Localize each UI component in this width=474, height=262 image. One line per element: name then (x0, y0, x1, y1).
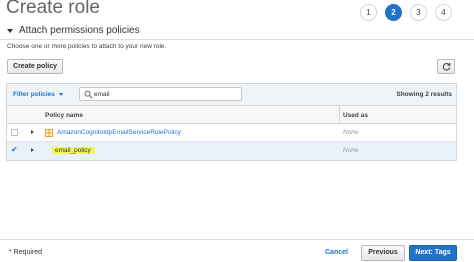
footer-divider (0, 239, 474, 240)
chevron-down-icon (58, 92, 63, 96)
section-subtitle: Choose one or more policies to attach to… (7, 43, 167, 50)
policies-table: Filter policies Showing 2 results Policy… (6, 83, 457, 161)
search-input[interactable] (94, 89, 234, 100)
section-title: Attach permissions policies (19, 25, 140, 36)
expand-row-icon[interactable] (31, 130, 34, 134)
step-4[interactable]: 4 (435, 4, 452, 21)
refresh-icon (442, 62, 450, 71)
step-1[interactable]: 1 (360, 4, 377, 21)
section-toggle[interactable]: Attach permissions policies (7, 25, 140, 36)
checkmark-icon[interactable]: ✔ (11, 145, 18, 154)
page-title: Create role (6, 0, 100, 18)
search-box[interactable] (79, 87, 242, 101)
required-note: * Required (9, 249, 43, 256)
cancel-link[interactable]: Cancel (325, 249, 348, 256)
column-header-policy-name[interactable]: Policy name (45, 112, 83, 119)
column-divider (339, 106, 340, 124)
table-row-selected[interactable]: ✔ email_policy None (7, 142, 456, 160)
policy-name-link[interactable]: email_policy (52, 147, 95, 154)
filter-bar: Filter policies Showing 2 results (7, 84, 456, 106)
previous-button[interactable]: Previous (361, 245, 405, 261)
refresh-button[interactable] (437, 59, 455, 74)
divider (0, 39, 474, 40)
row-checkbox[interactable] (11, 129, 18, 136)
expand-row-icon[interactable] (31, 148, 34, 152)
step-3[interactable]: 3 (410, 4, 427, 21)
create-policy-button[interactable]: Create policy (7, 59, 63, 74)
results-count: Showing 2 results (396, 91, 452, 98)
policy-name-link[interactable]: AmazonCognitoIdpEmailServiceRolePolicy (57, 129, 181, 136)
table-header: Policy name Used as (7, 106, 456, 124)
search-icon (84, 90, 93, 99)
next-tags-button[interactable]: Next: Tags (409, 245, 457, 261)
table-row[interactable]: AmazonCognitoIdpEmailServiceRolePolicy N… (7, 124, 456, 142)
column-header-used-as[interactable]: Used as (343, 112, 368, 119)
aws-managed-policy-icon (45, 129, 53, 137)
filter-policies-dropdown[interactable]: Filter policies (13, 91, 63, 98)
step-indicator: 1 2 3 4 (360, 4, 460, 21)
filter-label: Filter policies (13, 91, 55, 98)
used-as-value: None (343, 129, 359, 136)
caret-down-icon (7, 28, 13, 33)
used-as-value: None (343, 147, 359, 154)
step-2-current[interactable]: 2 (385, 4, 402, 21)
